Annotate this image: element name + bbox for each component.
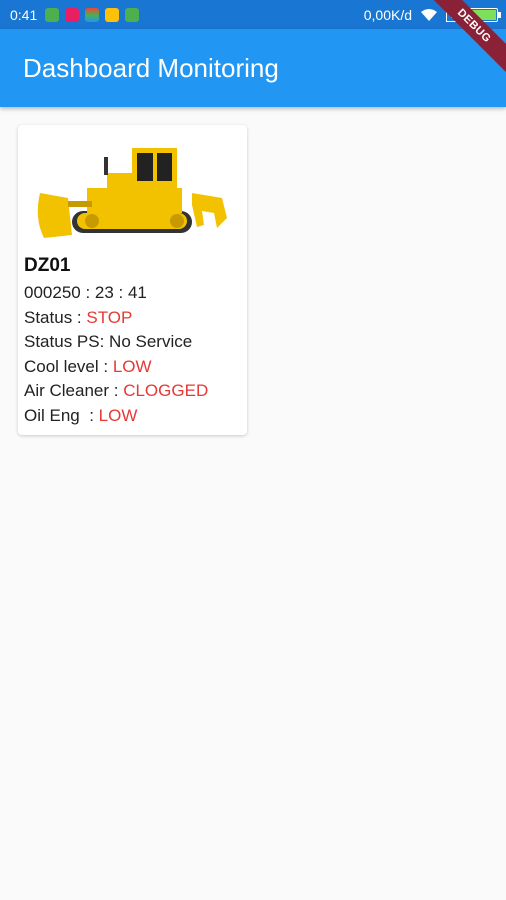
cool-level-row: Cool level : LOW	[24, 355, 243, 380]
status-time: 0:41	[10, 6, 38, 23]
oil-eng-value: LOW	[98, 405, 138, 425]
wifi-icon	[421, 8, 437, 21]
air-cleaner-label: Air Cleaner :	[24, 381, 124, 400]
unit-card[interactable]: DZ01 000250 : 23 : 41 Status : STOP Stat…	[18, 125, 247, 435]
status-row: Status : STOP	[24, 306, 243, 331]
app-notification-icon	[125, 7, 140, 22]
air-cleaner-value: CLOGGED	[123, 381, 209, 400]
status-ps-row: Status PS: No Service	[24, 332, 193, 351]
app-notification-icon	[105, 7, 120, 22]
status-label: Status :	[24, 307, 87, 327]
app-bar: Dashboard Monitoring	[0, 29, 506, 107]
bulldozer-image	[37, 148, 227, 238]
status-value: STOP	[86, 307, 133, 327]
app-notification-icon	[45, 7, 60, 22]
network-speed: 0,00K/d	[363, 6, 412, 23]
air-cleaner-row: Air Cleaner : CLOGGED	[24, 379, 243, 404]
unit-details: DZ01 000250 : 23 : 41 Status : STOP Stat…	[24, 255, 243, 428]
status-bar: 0:41 0,00K/d x	[0, 0, 506, 29]
cool-level-value: LOW	[112, 356, 152, 376]
page-title: Dashboard Monitoring	[23, 52, 279, 83]
app-notification-icon	[65, 7, 80, 22]
oil-eng-row: Oil Eng : LOW	[24, 404, 243, 429]
unit-name: DZ01	[24, 255, 71, 276]
cool-level-label: Cool level :	[24, 356, 113, 376]
hour-meter: 000250 : 23 : 41	[24, 283, 147, 302]
oil-eng-label: Oil Eng :	[24, 405, 99, 425]
app-notification-icon	[85, 7, 100, 22]
notification-icons	[45, 7, 140, 22]
